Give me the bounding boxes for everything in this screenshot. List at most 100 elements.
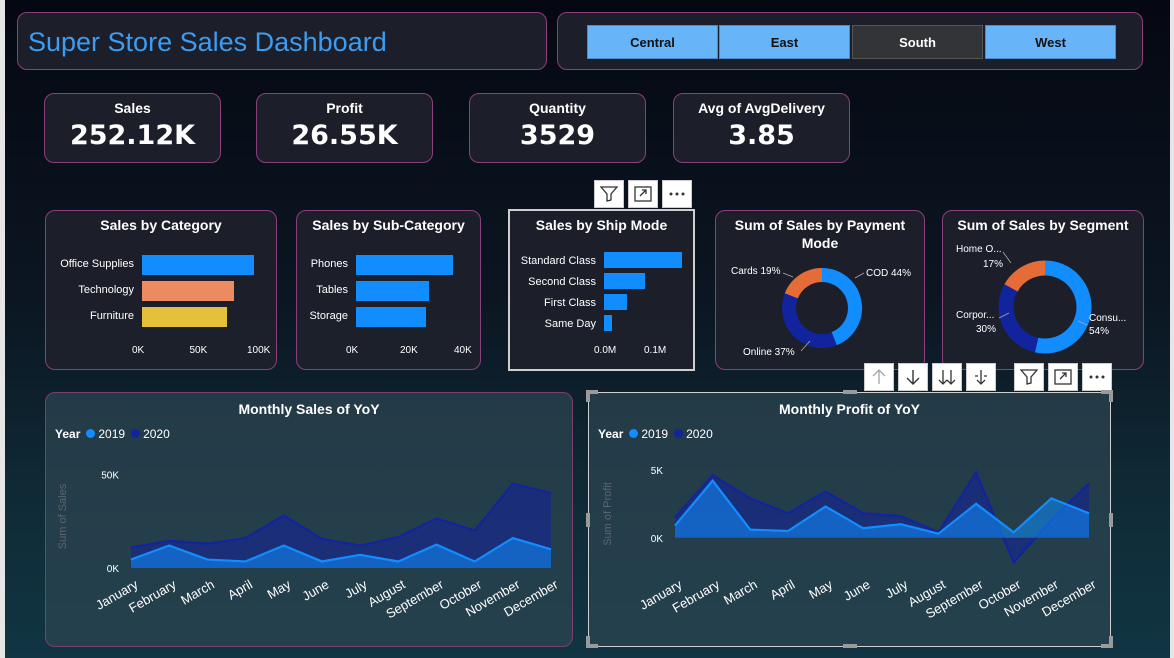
donut-data-label: Home O... xyxy=(956,244,1002,255)
focus-mode-icon[interactable] xyxy=(1048,363,1078,391)
x-tick-label: 20K xyxy=(400,345,418,356)
slicer-option-central[interactable]: Central xyxy=(587,25,718,59)
segment-donut-chart: Consu... 54% Corpor... 30% Home O... 17% xyxy=(956,244,1126,354)
window-frame-left xyxy=(0,0,5,658)
arrow-up-icon[interactable] xyxy=(864,363,894,391)
bar-category-label: Same Day xyxy=(544,318,596,330)
x-tick-label: 100K xyxy=(247,345,271,356)
legend-item-2020[interactable]: 2020 xyxy=(674,427,713,441)
donut-data-label: 17% xyxy=(983,259,1003,270)
payment-donut-chart: COD 44% Online 37% Cards 19% xyxy=(731,266,911,358)
x-tick-label: April xyxy=(225,577,255,603)
page-title: Super Store Sales Dashboard xyxy=(28,27,387,57)
x-tick-label: March xyxy=(721,577,760,608)
resize-handle[interactable] xyxy=(843,390,857,394)
visual-title: Sales by Category xyxy=(100,217,222,233)
bar-category-label: Second Class xyxy=(528,276,596,288)
x-tick-label: April xyxy=(767,577,797,603)
donut-slice[interactable] xyxy=(821,268,862,346)
bar-category-label: Storage xyxy=(309,310,348,322)
bar[interactable] xyxy=(604,315,612,331)
expand-hierarchy-icon[interactable] xyxy=(966,363,996,391)
monthly-sales-yoy-visual[interactable]: Monthly Sales of YoY Year 2019 2020 Sum … xyxy=(45,392,573,647)
resize-handle[interactable] xyxy=(586,636,590,648)
bar[interactable] xyxy=(356,255,454,275)
leader-line xyxy=(854,272,865,279)
kpi-card-sales[interactable]: Sales 252.12K xyxy=(44,93,221,163)
resize-handle[interactable] xyxy=(586,513,590,527)
kpi-card-avg-delivery[interactable]: Avg of AvgDelivery 3.85 xyxy=(673,93,850,163)
slicer-option-south[interactable]: South xyxy=(852,25,983,59)
donut-data-label: Cards 19% xyxy=(731,266,781,277)
focus-mode-icon[interactable] xyxy=(628,180,658,208)
y-tick-label: 50K xyxy=(101,470,119,481)
donut-slice[interactable] xyxy=(1034,260,1092,354)
monthly-profit-yoy-visual[interactable]: Monthly Profit of YoY Year 2019 2020 Sum… xyxy=(588,392,1111,647)
x-tick-label: June xyxy=(299,577,331,604)
slicer-option-east[interactable]: East xyxy=(719,25,850,59)
bar[interactable] xyxy=(142,281,234,301)
bar[interactable] xyxy=(604,294,627,310)
x-tick-label: May xyxy=(264,576,293,602)
resize-handle[interactable] xyxy=(1109,390,1113,402)
filter-icon[interactable] xyxy=(594,180,624,208)
double-arrow-down-icon[interactable] xyxy=(932,363,962,391)
x-tick-label: 0.0M xyxy=(594,345,617,356)
donut-slice[interactable] xyxy=(784,268,823,299)
resize-handle[interactable] xyxy=(843,644,857,648)
region-slicer: Central East South West xyxy=(557,12,1143,70)
x-tick-label: 0.1M xyxy=(644,345,667,356)
y-axis-title: Sum of Profit xyxy=(602,482,614,546)
visual-title: Monthly Sales of YoY xyxy=(238,401,380,417)
sales-by-subcategory-visual[interactable]: Sales by Sub-Category Phones Tables Storag… xyxy=(296,210,481,370)
bar[interactable] xyxy=(604,273,645,289)
donut-slice[interactable] xyxy=(782,293,837,348)
visual-title: Sales by Ship Mode xyxy=(535,217,668,233)
legend-item-2019[interactable]: 2019 xyxy=(86,427,125,441)
kpi-card-quantity[interactable]: Quantity 3529 xyxy=(469,93,646,163)
legend-item-2019[interactable]: 2019 xyxy=(629,427,668,441)
bar-category-label: Phones xyxy=(310,258,348,270)
y-tick-label: 5K xyxy=(651,466,664,477)
donut-slice[interactable] xyxy=(998,284,1039,353)
sales-by-segment-visual[interactable]: Sum of Sales by Segment Consu... 54% Corpo… xyxy=(942,210,1144,370)
legend-title: Year xyxy=(598,427,624,441)
arrow-down-icon[interactable] xyxy=(898,363,928,391)
kpi-label: Avg of AvgDelivery xyxy=(698,100,825,116)
kpi-label: Sales xyxy=(114,100,151,116)
x-tick-label: 40K xyxy=(454,345,472,356)
x-tick-label: 50K xyxy=(189,345,208,356)
legend-title: Year xyxy=(55,427,81,441)
bar[interactable] xyxy=(142,307,228,327)
profit-visual-header-toolbar xyxy=(864,363,1112,391)
visual-header-toolbar xyxy=(594,180,692,208)
sales-by-payment-mode-visual[interactable]: Sum of Sales by Payment Mode COD 44% Onli… xyxy=(715,210,925,370)
donut-data-label: 30% xyxy=(976,324,996,335)
y-tick-label: 0K xyxy=(651,534,664,545)
donut-slice[interactable] xyxy=(1004,260,1046,292)
kpi-value: 3529 xyxy=(519,120,596,151)
visual-title: Sales by Sub-Category xyxy=(312,217,465,233)
y-tick-label: 0K xyxy=(107,564,120,575)
kpi-card-profit[interactable]: Profit 26.55K xyxy=(256,93,433,163)
filter-icon[interactable] xyxy=(1014,363,1044,391)
resize-handle[interactable] xyxy=(1109,513,1113,527)
bar[interactable] xyxy=(356,281,429,301)
bar[interactable] xyxy=(604,252,682,268)
title-card: Super Store Sales Dashboard xyxy=(17,12,547,70)
donut-data-label: 54% xyxy=(1089,326,1109,337)
kpi-value: 3.85 xyxy=(728,120,795,151)
visual-title: Monthly Profit of YoY xyxy=(778,401,921,417)
sales-by-ship-mode-visual[interactable]: Sales by Ship Mode Standard Class Second … xyxy=(508,209,695,371)
resize-handle[interactable] xyxy=(586,390,590,402)
legend-item-2020[interactable]: 2020 xyxy=(131,427,170,441)
donut-data-label: Online 37% xyxy=(743,347,795,358)
bar-category-label: Standard Class xyxy=(520,255,596,267)
window-frame-right xyxy=(1170,0,1174,658)
more-options-icon[interactable] xyxy=(662,180,692,208)
bar[interactable] xyxy=(356,307,427,327)
resize-handle[interactable] xyxy=(1109,636,1113,648)
bar-category-label: Technology xyxy=(78,284,134,296)
more-options-icon[interactable] xyxy=(1082,363,1112,391)
slicer-option-west[interactable]: West xyxy=(985,25,1116,59)
